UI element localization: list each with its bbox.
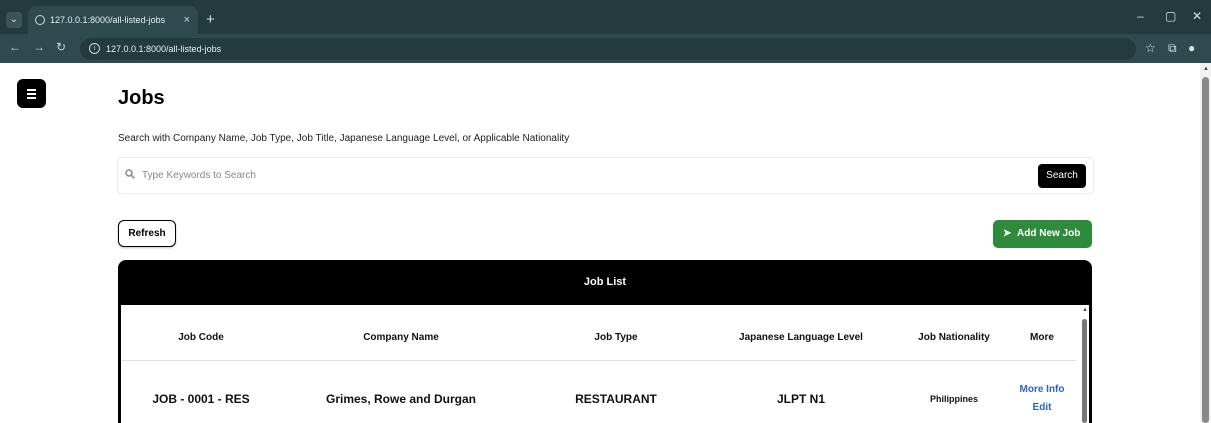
url-text: 127.0.0.1:8000/all-listed-jobs [106, 44, 222, 54]
table-body: Job Code Company Name Job Type Japanese … [121, 305, 1089, 423]
browser-tab[interactable]: 127.0.0.1:8000/all-listed-jobs × [28, 6, 198, 34]
search-icon [125, 169, 135, 179]
refresh-button[interactable]: Refresh [118, 220, 176, 247]
tab-search-icon[interactable]: ⌄ [6, 12, 22, 28]
add-new-job-button[interactable]: ➤ Add New Job [993, 220, 1092, 248]
cell-nationality: Philippines [929, 394, 978, 404]
forward-icon[interactable]: → [33, 40, 45, 54]
paper-plane-icon: ➤ [1003, 228, 1012, 239]
page-scroll-up-icon[interactable]: ▲ [1203, 66, 1209, 72]
column-header-more: More [1030, 332, 1054, 343]
back-icon[interactable]: ← [9, 40, 21, 54]
job-list-table: Job List Job Code Company Name Job Type … [118, 260, 1092, 423]
edit-link[interactable]: Edit [1009, 402, 1075, 413]
browser-toolbar: ← → ↻ i 127.0.0.1:8000/all-listed-jobs ☆… [0, 34, 1211, 63]
search-button[interactable]: Search [1038, 164, 1086, 188]
favicon-icon [35, 15, 45, 25]
search-input[interactable]: Type Keywords to Search Search [117, 157, 1094, 194]
page-content: Jobs Search with Company Name, Job Type,… [0, 63, 1211, 423]
extensions-icon[interactable]: ⧉ [1168, 41, 1177, 56]
add-new-job-label: Add New Job [1017, 228, 1081, 239]
address-bar[interactable]: i 127.0.0.1:8000/all-listed-jobs [80, 38, 1136, 60]
search-hint: Search with Company Name, Job Type, Job … [118, 133, 570, 144]
column-header-job-type: Job Type [594, 332, 638, 343]
cell-job-code: JOB - 0001 - RES [152, 392, 250, 406]
header-divider [121, 360, 1076, 361]
profile-icon[interactable]: ● [1188, 41, 1195, 55]
search-placeholder: Type Keywords to Search [142, 170, 256, 181]
site-info-icon[interactable]: i [89, 43, 100, 54]
column-header-language-level: Japanese Language Level [739, 332, 863, 343]
table-title: Job List [583, 276, 627, 288]
tab-title: 127.0.0.1:8000/all-listed-jobs [50, 15, 166, 25]
scroll-up-icon[interactable]: ▲ [1082, 307, 1088, 313]
column-header-nationality: Job Nationality [918, 332, 990, 343]
cell-language-level: JLPT N1 [776, 392, 825, 406]
bookmark-star-icon[interactable]: ☆ [1145, 41, 1156, 55]
page-title: Jobs [118, 87, 165, 109]
reload-icon[interactable]: ↻ [56, 40, 66, 54]
cell-job-type: RESTAURANT [575, 392, 657, 406]
close-window-button[interactable]: ✕ [1192, 9, 1202, 23]
menu-icon[interactable] [17, 79, 46, 108]
column-header-job-code: Job Code [178, 332, 224, 343]
cell-company-name: Grimes, Rowe and Durgan [325, 392, 477, 406]
column-header-company-name: Company Name [363, 332, 439, 343]
browser-tab-bar: ⌄ 127.0.0.1:8000/all-listed-jobs × + – ▢… [0, 0, 1211, 34]
page-scrollbar[interactable]: ▲ [1200, 63, 1211, 423]
page-scroll-thumb[interactable] [1202, 77, 1209, 423]
minimize-button[interactable]: – [1137, 9, 1144, 23]
maximize-button[interactable]: ▢ [1165, 9, 1176, 23]
new-tab-button[interactable]: + [206, 6, 215, 34]
table-scroll-thumb[interactable] [1082, 319, 1087, 423]
table-scrollbar[interactable]: ▲ [1081, 307, 1088, 423]
more-info-link[interactable]: More Info [1009, 384, 1075, 395]
tab-close-icon[interactable]: × [184, 6, 190, 34]
